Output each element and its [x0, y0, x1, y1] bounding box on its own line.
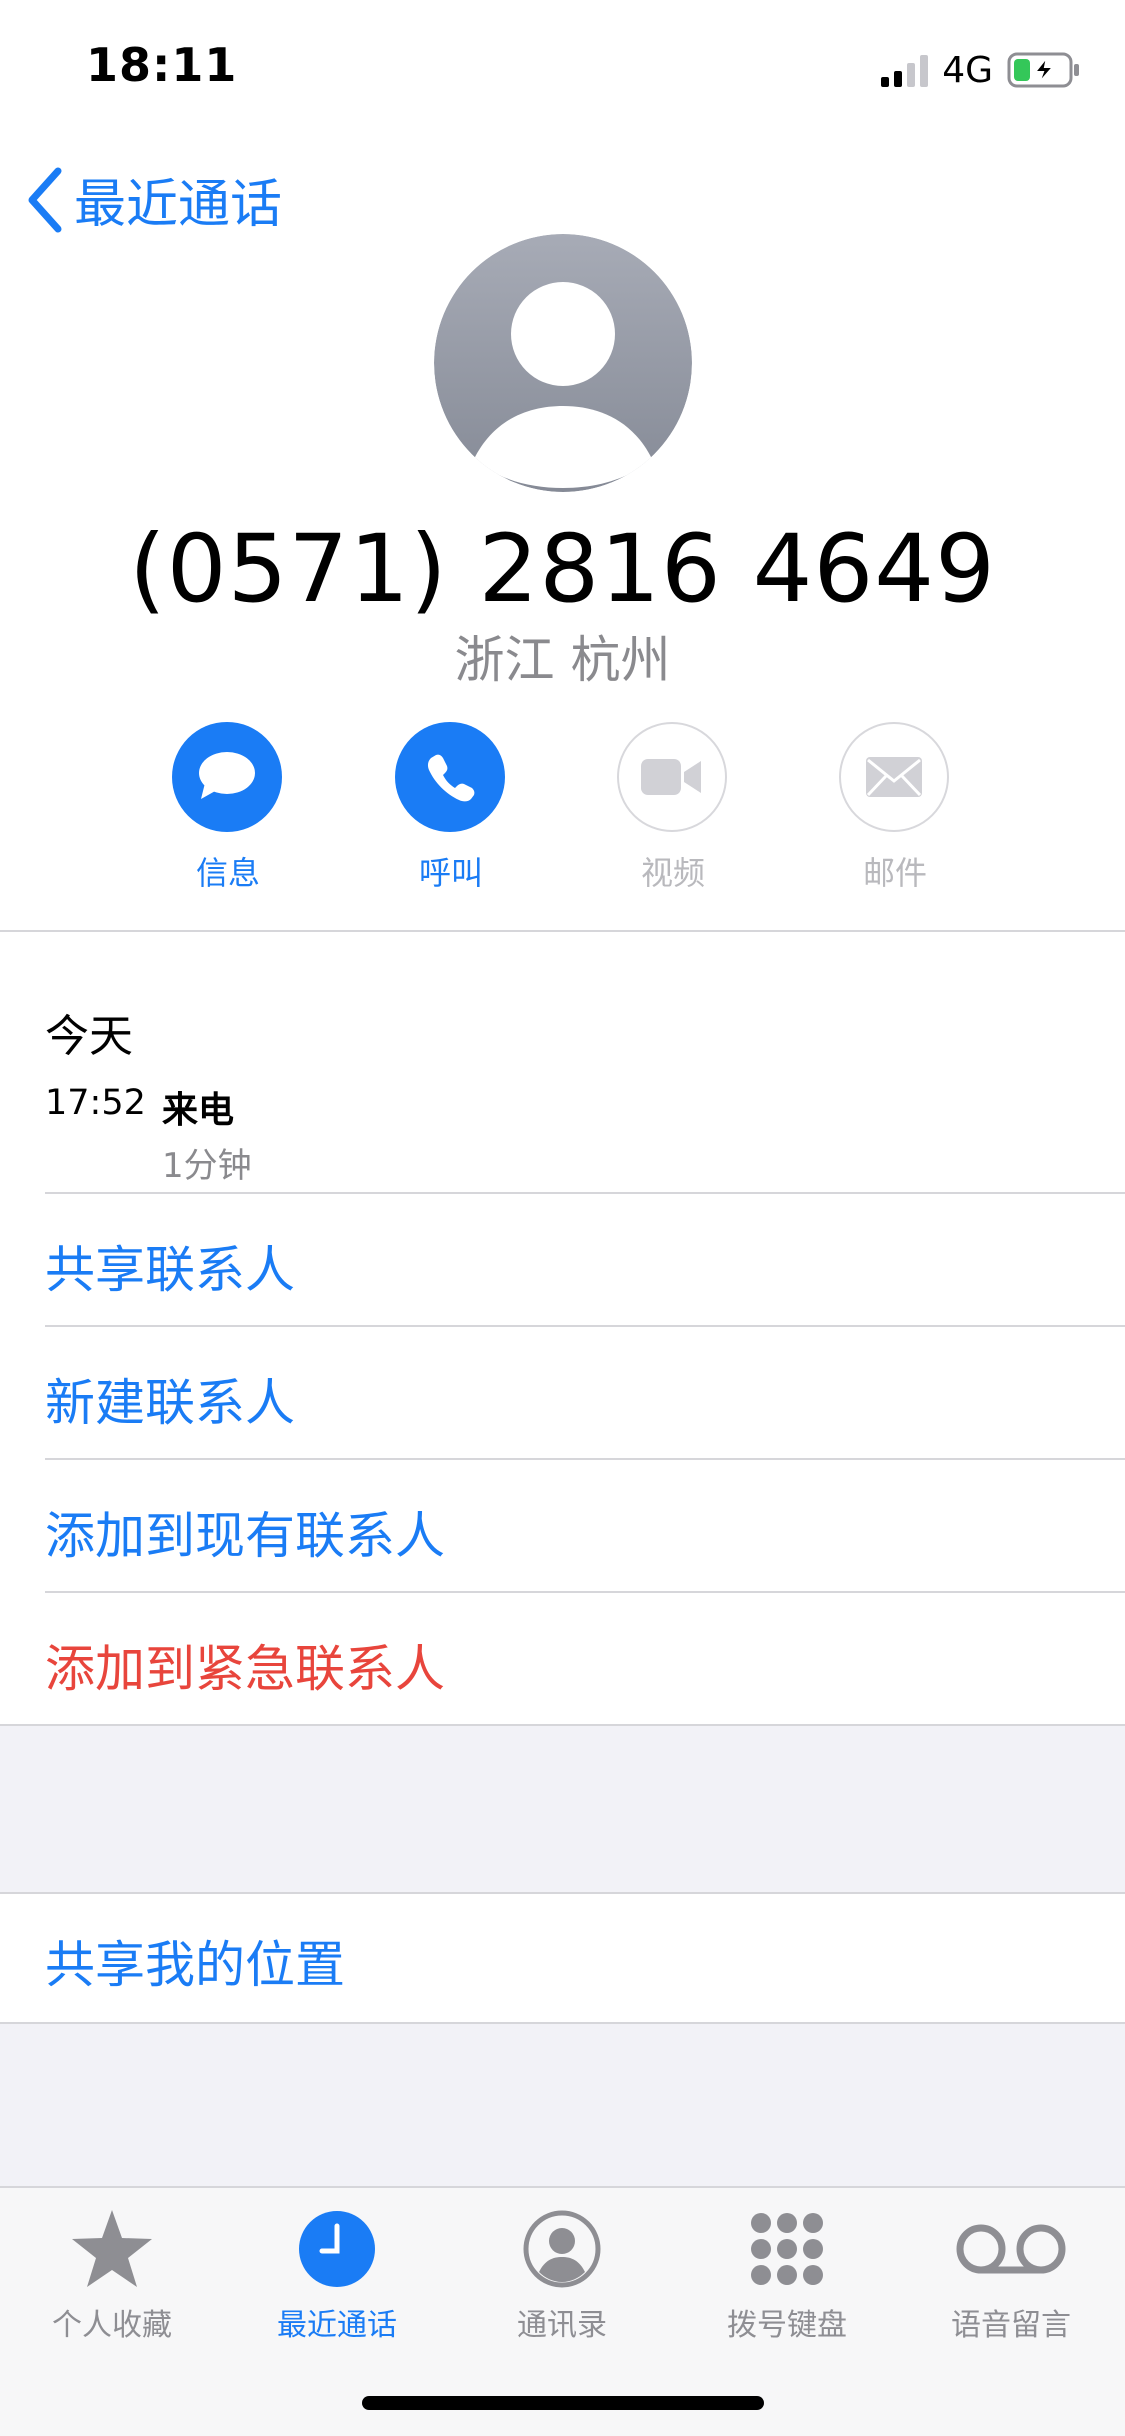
- call-duration: 1分钟: [162, 1146, 252, 1186]
- message-icon: [172, 722, 282, 832]
- phone-icon: [395, 722, 505, 832]
- divider: [45, 1458, 1125, 1460]
- chevron-left-icon: [28, 167, 62, 232]
- back-button[interactable]: 最近通话: [26, 162, 282, 237]
- call-type: 来电: [162, 1090, 235, 1131]
- person-placeholder-icon: [434, 234, 692, 492]
- call-action-label: 呼叫: [418, 854, 483, 892]
- tab-voicemail[interactable]: 语音留言: [911, 2208, 1111, 2344]
- add-to-emergency-contact-button[interactable]: 添加到紧急联系人: [45, 1629, 445, 1701]
- keypad-icon: [687, 2208, 887, 2290]
- message-action-button[interactable]: 信息: [172, 722, 284, 892]
- divider: [45, 1325, 1125, 1327]
- tab-favorites[interactable]: 个人收藏: [12, 2208, 212, 2344]
- phone-number: (0571) 2816 4649: [129, 515, 996, 624]
- tab-recents[interactable]: 最近通话: [237, 2208, 437, 2344]
- section-spacer: [0, 1725, 1125, 1893]
- share-my-location-button[interactable]: 共享我的位置: [45, 1925, 345, 1997]
- tab-contacts[interactable]: 通讯录: [462, 2208, 662, 2344]
- video-action-label: 视频: [640, 854, 705, 892]
- network-type-label: 4G: [942, 49, 993, 91]
- home-indicator: [362, 2396, 764, 2410]
- message-action-label: 信息: [195, 854, 260, 892]
- tab-label: 个人收藏: [52, 2308, 172, 2343]
- clock-icon: [237, 2208, 437, 2290]
- tab-label: 最近通话: [277, 2308, 397, 2343]
- mail-icon: [839, 722, 949, 832]
- mail-action-label: 邮件: [862, 854, 927, 892]
- mail-action-button[interactable]: 邮件: [839, 722, 951, 892]
- status-time: 18:11: [86, 38, 238, 92]
- voicemail-icon: [911, 2208, 1111, 2290]
- status-indicators: 4G: [881, 48, 1081, 92]
- call-time: 17:52: [45, 1083, 146, 1123]
- divider: [0, 1724, 1125, 1726]
- tab-keypad[interactable]: 拨号键盘: [687, 2208, 887, 2344]
- tab-label: 拨号键盘: [727, 2308, 847, 2343]
- add-to-existing-contact-button[interactable]: 添加到现有联系人: [45, 1496, 445, 1568]
- tab-label: 通讯录: [517, 2308, 607, 2343]
- new-contact-button[interactable]: 新建联系人: [45, 1363, 295, 1435]
- avatar: [434, 234, 692, 492]
- call-action-button[interactable]: 呼叫: [395, 722, 507, 892]
- video-action-button[interactable]: 视频: [617, 722, 729, 892]
- video-icon: [617, 722, 727, 832]
- divider: [45, 1591, 1125, 1593]
- divider: [0, 1892, 1125, 1894]
- battery-charging-icon: [1007, 52, 1079, 88]
- divider: [45, 1192, 1125, 1194]
- back-label: 最近通话: [74, 175, 283, 235]
- cellular-signal-icon: [881, 53, 929, 87]
- phone-location: 浙江 杭州: [454, 631, 671, 689]
- tab-label: 语音留言: [951, 2308, 1071, 2343]
- history-day-label: 今天: [45, 1011, 133, 1062]
- share-contact-button[interactable]: 共享联系人: [45, 1230, 295, 1302]
- star-icon: [12, 2208, 212, 2290]
- section-spacer: [0, 2024, 1125, 2186]
- divider: [0, 2022, 1125, 2024]
- contacts-icon: [462, 2208, 662, 2290]
- divider: [0, 930, 1125, 932]
